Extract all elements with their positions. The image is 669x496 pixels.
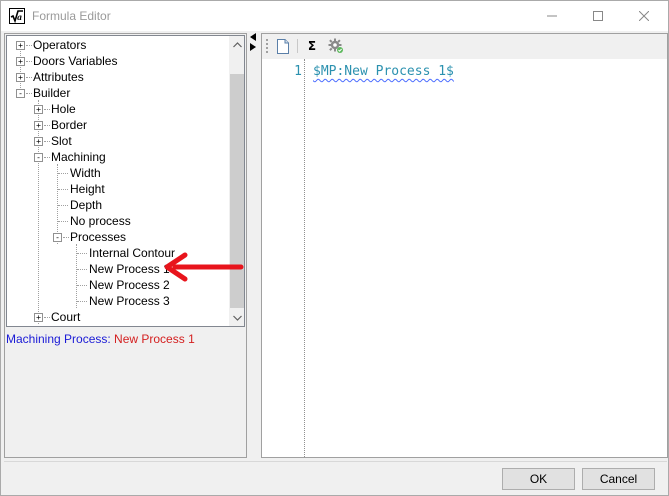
collapse-icon[interactable]: - bbox=[53, 233, 62, 242]
toolbar-separator bbox=[297, 39, 298, 53]
left-pane: + Operators + Doors Variables + Attribut… bbox=[4, 33, 247, 458]
minimize-icon bbox=[547, 15, 557, 17]
tree-item-label: No process bbox=[70, 214, 131, 228]
chevron-down-icon bbox=[232, 315, 242, 321]
formula-editor-window: a Formula Editor + Operators + Doors Var… bbox=[0, 0, 669, 496]
close-button[interactable] bbox=[621, 1, 667, 31]
selection-description: Machining Process: New Process 1 bbox=[6, 332, 195, 346]
expand-icon[interactable]: + bbox=[16, 73, 25, 82]
tree-item-label: Border bbox=[51, 118, 88, 132]
tree-connector bbox=[58, 173, 68, 174]
dialog-button-bar: OK Cancel bbox=[4, 461, 667, 494]
tree-item-width[interactable]: Width bbox=[7, 165, 227, 181]
tree-item-label: Processes bbox=[70, 230, 127, 244]
close-icon bbox=[639, 11, 649, 21]
tree-item-label-selected: New Process 1 bbox=[87, 261, 172, 277]
chevron-up-icon bbox=[232, 41, 242, 47]
tree-connector bbox=[58, 205, 68, 206]
toolbar-grip[interactable] bbox=[266, 39, 269, 53]
expand-icon[interactable]: + bbox=[16, 41, 25, 50]
tree-item-label: Doors Variables bbox=[33, 54, 118, 68]
maximize-button[interactable] bbox=[575, 1, 621, 31]
scroll-down-button[interactable] bbox=[229, 309, 244, 326]
tree-item-label: Height bbox=[70, 182, 105, 196]
tree-item-label: New Process 3 bbox=[89, 294, 170, 308]
line-number: 1 bbox=[294, 64, 302, 79]
tree-item-label: Operators bbox=[33, 38, 87, 52]
sigma-icon: Σ bbox=[307, 39, 317, 53]
tree-item-hole[interactable]: + Hole bbox=[7, 101, 227, 117]
expand-icon[interactable]: + bbox=[34, 121, 43, 130]
tree-connector bbox=[58, 189, 68, 190]
tree-item-label: Width bbox=[70, 166, 101, 180]
collapse-icon[interactable]: - bbox=[16, 89, 25, 98]
tree-item-label: Hole bbox=[51, 102, 76, 116]
sum-button[interactable]: Σ bbox=[302, 36, 322, 56]
expand-icon[interactable]: + bbox=[34, 137, 43, 146]
gear-icon bbox=[328, 38, 343, 53]
tree-item-label: New Process 2 bbox=[89, 278, 170, 292]
tree-item-new-process-3[interactable]: New Process 3 bbox=[7, 293, 227, 309]
cancel-button[interactable]: Cancel bbox=[582, 468, 655, 490]
window-title: Formula Editor bbox=[32, 9, 111, 23]
tree-connector bbox=[77, 253, 87, 254]
tree-item-slot[interactable]: + Slot bbox=[7, 133, 227, 149]
svg-text:a: a bbox=[17, 12, 22, 22]
tree-item-builder[interactable]: - Builder bbox=[7, 85, 227, 101]
annotation-arrow-icon bbox=[164, 252, 244, 282]
title-bar: a Formula Editor bbox=[1, 1, 668, 31]
tree-item-machining[interactable]: - Machining bbox=[7, 149, 227, 165]
description-label: Machining Process: bbox=[6, 332, 115, 346]
tree-item-operators[interactable]: + Operators bbox=[7, 37, 227, 53]
tree-connector bbox=[58, 221, 68, 222]
tree-connector bbox=[77, 269, 87, 270]
expand-icon[interactable]: + bbox=[34, 313, 43, 322]
maximize-icon bbox=[593, 11, 603, 21]
tree-item-no-process[interactable]: No process bbox=[7, 213, 227, 229]
expand-icon[interactable]: + bbox=[16, 57, 25, 66]
minimize-button[interactable] bbox=[529, 1, 575, 31]
gutter-separator bbox=[304, 59, 305, 457]
description-value: New Process 1 bbox=[114, 332, 195, 346]
settings-button[interactable] bbox=[326, 36, 346, 56]
editor-toolbar: Σ bbox=[262, 34, 667, 59]
tree-item-depth[interactable]: Depth bbox=[7, 197, 227, 213]
ok-button[interactable]: OK bbox=[502, 468, 575, 490]
tree-item-court[interactable]: + Court bbox=[7, 309, 227, 325]
expand-icon[interactable]: + bbox=[34, 105, 43, 114]
tree-item-label: Builder bbox=[33, 86, 71, 100]
tree-item-processes[interactable]: - Processes bbox=[7, 229, 227, 245]
new-document-icon bbox=[277, 38, 289, 54]
formula-code-line[interactable]: $MP:New Process 1$ bbox=[313, 64, 454, 79]
tree-connector bbox=[77, 285, 87, 286]
formula-editor[interactable]: 1 $MP:New Process 1$ bbox=[262, 59, 667, 457]
tree-item-height[interactable]: Height bbox=[7, 181, 227, 197]
scroll-up-button[interactable] bbox=[229, 36, 244, 53]
tree-item-attributes[interactable]: + Attributes bbox=[7, 69, 227, 85]
new-document-button[interactable] bbox=[273, 36, 293, 56]
tree-item-border[interactable]: + Border bbox=[7, 117, 227, 133]
tree-item-label: Depth bbox=[70, 198, 103, 212]
tree-item-label: Slot bbox=[51, 134, 72, 148]
tree-connector bbox=[77, 301, 87, 302]
tree-item-doors-variables[interactable]: + Doors Variables bbox=[7, 53, 227, 69]
tree-item-label: Attributes bbox=[33, 70, 84, 84]
splitter-arrows-icon bbox=[250, 33, 256, 51]
tree-item-label: Machining bbox=[51, 150, 106, 164]
editor-pane: Σ 1 $MP:New Process 1$ bbox=[261, 33, 668, 458]
formula-sqrt-icon: a bbox=[9, 8, 25, 24]
collapse-icon[interactable]: - bbox=[34, 153, 43, 162]
tree-item-label: Court bbox=[51, 310, 81, 324]
splitter-toggle[interactable] bbox=[249, 32, 259, 52]
